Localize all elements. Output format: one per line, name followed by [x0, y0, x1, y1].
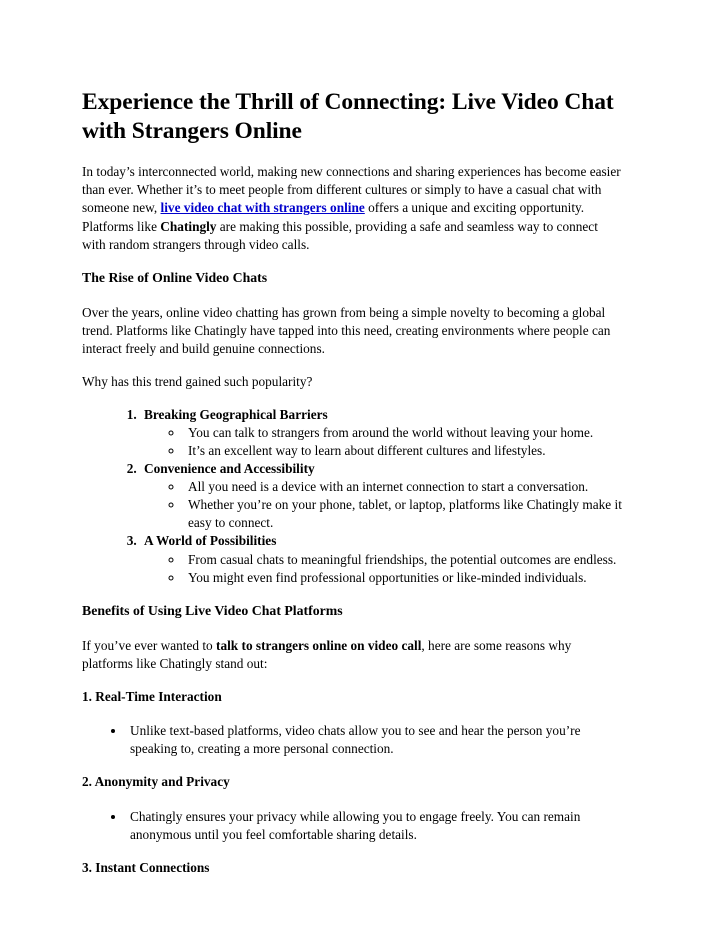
- live-video-chat-link[interactable]: live video chat with strangers online: [161, 200, 365, 215]
- sub-list: All you need is a device with an interne…: [144, 478, 622, 532]
- list-item-label: A World of Possibilities: [144, 533, 277, 549]
- brand-name-chatingly: Chatingly: [160, 218, 217, 234]
- sub-heading-instant-connections: 3. Instant Connections: [82, 859, 210, 875]
- popularity-question: Why has this trend gained such popularit…: [82, 373, 313, 389]
- section-heading-rise: The Rise of Online Video Chats: [82, 269, 268, 285]
- sub-list: You can talk to strangers from around th…: [144, 424, 622, 460]
- sub-list-item: You might even find professional opportu…: [184, 569, 622, 587]
- benefits-lead-paragraph: If you’ve ever wanted to talk to strange…: [82, 637, 622, 673]
- document-page: Experience the Thrill of Connecting: Liv…: [0, 0, 720, 931]
- list-item: A World of Possibilities From casual cha…: [140, 532, 622, 586]
- reasons-list: Breaking Geographical Barriers You can t…: [82, 406, 622, 587]
- sub-list-item: From casual chats to meaningful friendsh…: [184, 551, 622, 569]
- sub-list-item: All you need is a device with an interne…: [184, 478, 622, 496]
- real-time-interaction-points: Unlike text-based platforms, video chats…: [82, 722, 622, 758]
- sub-list-item: You can talk to strangers from around th…: [184, 424, 622, 442]
- section-heading-benefits: Benefits of Using Live Video Chat Platfo…: [82, 602, 343, 618]
- list-item: Unlike text-based platforms, video chats…: [126, 722, 622, 758]
- anonymity-and-privacy-points: Chatingly ensures your privacy while all…: [82, 808, 622, 844]
- list-item: Convenience and Accessibility All you ne…: [140, 460, 622, 532]
- list-item: Breaking Geographical Barriers You can t…: [140, 406, 622, 460]
- benefits-bold-phrase: talk to strangers online on video call: [216, 637, 422, 653]
- page-title: Experience the Thrill of Connecting: Liv…: [82, 89, 614, 144]
- sub-heading-real-time-interaction: 1. Real-Time Interaction: [82, 688, 222, 704]
- sub-heading-anonymity-and-privacy: 2. Anonymity and Privacy: [82, 774, 230, 790]
- intro-paragraph: In today’s interconnected world, making …: [82, 163, 622, 253]
- list-item-label: Convenience and Accessibility: [144, 461, 315, 477]
- list-item: Chatingly ensures your privacy while all…: [126, 808, 622, 844]
- sub-list-item: Whether you’re on your phone, tablet, or…: [184, 496, 622, 532]
- rise-paragraph: Over the years, online video chatting ha…: [82, 304, 611, 356]
- sub-list-item: It’s an excellent way to learn about dif…: [184, 442, 622, 460]
- list-item-label: Breaking Geographical Barriers: [144, 406, 328, 422]
- benefits-lead-part-1: If you’ve ever wanted to: [82, 637, 217, 653]
- sub-list: From casual chats to meaningful friendsh…: [144, 551, 622, 587]
